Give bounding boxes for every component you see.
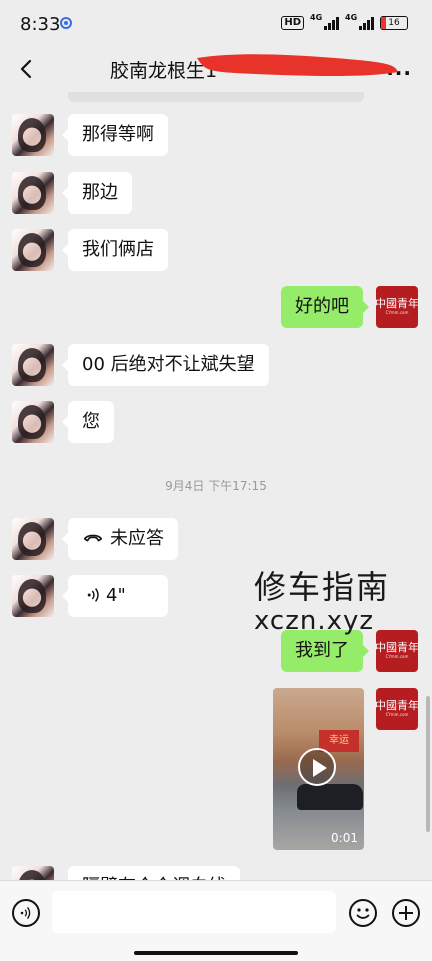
contact-avatar[interactable] bbox=[12, 172, 54, 214]
play-icon[interactable] bbox=[298, 748, 336, 786]
contact-avatar[interactable] bbox=[12, 114, 54, 156]
my-avatar[interactable]: 中國青年 CYmm.com bbox=[376, 630, 418, 672]
contact-avatar[interactable] bbox=[12, 518, 54, 560]
voice-message[interactable]: 4" bbox=[62, 575, 168, 617]
contact-avatar[interactable] bbox=[12, 575, 54, 617]
incoming-message-partial[interactable]: 隔壁有个个调白线 bbox=[68, 866, 240, 880]
my-avatar[interactable]: 中國青年 CYmm.com bbox=[376, 286, 418, 328]
emoji-icon[interactable] bbox=[349, 899, 377, 927]
my-avatar[interactable]: 中國青年 CYmm.com bbox=[376, 688, 418, 730]
home-indicator[interactable] bbox=[134, 951, 298, 955]
previous-message-fragment bbox=[68, 92, 364, 102]
message-input[interactable] bbox=[52, 891, 336, 933]
incoming-message[interactable]: 那得等啊 bbox=[62, 114, 168, 156]
voice-icon bbox=[87, 588, 99, 602]
contact-avatar[interactable] bbox=[12, 344, 54, 386]
network-label-2: 4G bbox=[345, 13, 358, 22]
incoming-message[interactable]: 您 bbox=[62, 401, 114, 443]
status-indicators: HD 4G 4G 16 bbox=[281, 13, 408, 30]
contact-avatar[interactable] bbox=[12, 866, 54, 880]
video-duration: 0:01 bbox=[331, 831, 358, 845]
signal-icon-2: 4G bbox=[345, 13, 374, 30]
video-car bbox=[297, 784, 363, 810]
input-bar bbox=[0, 880, 432, 961]
hd-badge: HD bbox=[281, 16, 304, 30]
chat-timestamp: 9月4日 下午17:15 bbox=[165, 479, 267, 493]
voice-input-glyph bbox=[20, 907, 31, 919]
incoming-message[interactable]: 我们俩店 bbox=[62, 229, 168, 271]
status-bar: 8:33 HD 4G 4G 16 bbox=[0, 0, 432, 48]
contact-avatar[interactable] bbox=[12, 229, 54, 271]
brand-avatar-sub: CYmm.com bbox=[385, 654, 409, 659]
redaction-mark bbox=[197, 54, 398, 76]
video-message[interactable]: 幸运 0:01 bbox=[273, 688, 364, 850]
emoji-glyph bbox=[356, 908, 370, 919]
video-shop-sign: 幸运 bbox=[319, 730, 359, 752]
brand-avatar-text: 中國青年 bbox=[376, 297, 418, 310]
chat-area: 那得等啊 那边 我们俩店 好的吧 中國青年 CYmm.com 00 后绝对不让斌… bbox=[0, 92, 432, 880]
add-icon[interactable] bbox=[392, 899, 420, 927]
back-icon[interactable] bbox=[16, 58, 38, 80]
brand-avatar-text: 中國青年 bbox=[376, 699, 418, 712]
add-glyph bbox=[399, 906, 413, 920]
brand-avatar-sub: CYmm.com bbox=[385, 712, 409, 717]
notification-icon bbox=[60, 17, 72, 29]
voice-input-icon[interactable] bbox=[12, 899, 40, 927]
contact-avatar[interactable] bbox=[12, 401, 54, 443]
incoming-message[interactable]: 00 后绝对不让斌失望 bbox=[62, 344, 269, 386]
battery-icon: 16 bbox=[380, 16, 408, 30]
outgoing-message[interactable]: 我到了 bbox=[281, 630, 369, 672]
signal-icon: 4G bbox=[310, 13, 339, 30]
network-label: 4G bbox=[310, 13, 323, 22]
voice-duration: 4" bbox=[106, 585, 126, 606]
outgoing-message[interactable]: 好的吧 bbox=[281, 286, 369, 328]
brand-avatar-sub: CYmm.com bbox=[385, 310, 409, 315]
missed-call-message[interactable]: 未应答 bbox=[62, 518, 178, 560]
incoming-message[interactable]: 那边 bbox=[62, 172, 132, 214]
call-status: 未应答 bbox=[110, 528, 164, 549]
brand-avatar-text: 中國青年 bbox=[376, 641, 418, 654]
battery-level: 16 bbox=[388, 18, 400, 28]
status-time: 8:33 bbox=[20, 14, 61, 35]
scrollbar[interactable] bbox=[426, 696, 430, 832]
phone-icon bbox=[83, 534, 103, 542]
